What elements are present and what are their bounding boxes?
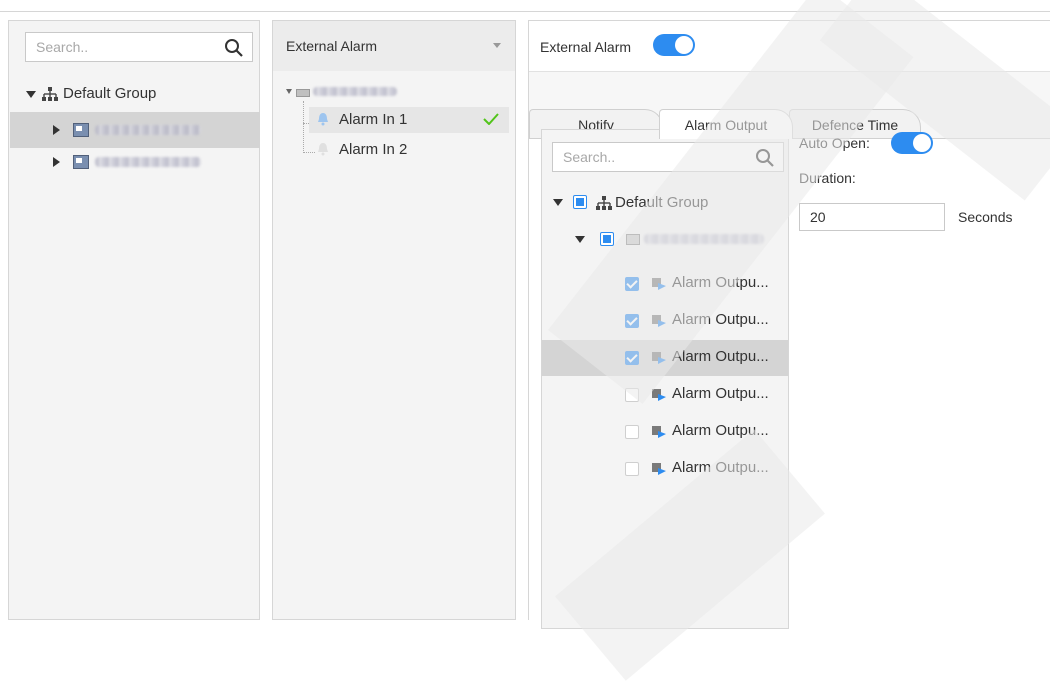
- check-mark-icon: [483, 113, 499, 125]
- alarm-output-checkbox[interactable]: [625, 277, 639, 291]
- device-name-redacted: [95, 157, 201, 167]
- alarm-output-row[interactable]: Alarm Outpu...: [542, 414, 788, 450]
- expand-caret-icon[interactable]: [553, 199, 563, 206]
- search-icon[interactable]: [755, 148, 775, 168]
- device-name-redacted: [313, 87, 397, 96]
- alarm-output-icon: [652, 463, 666, 475]
- alarm-output-icon: [652, 352, 666, 364]
- alarm-in-label: Alarm In 1: [339, 111, 408, 128]
- expand-caret-icon[interactable]: [575, 236, 585, 243]
- search-placeholder: Search..: [563, 149, 616, 165]
- alarm-output-row[interactable]: Alarm Outpu...: [542, 451, 788, 487]
- device-icon: [626, 234, 640, 245]
- dropdown-arrow-icon[interactable]: [493, 43, 501, 48]
- alarm-output-label: Alarm Outpu...: [672, 422, 769, 439]
- alarm-bell-icon: [318, 143, 328, 156]
- alarm-output-icon: [652, 315, 666, 327]
- alarm-output-checkbox[interactable]: [625, 314, 639, 328]
- alarm-output-icon: [652, 389, 666, 401]
- output-search-input[interactable]: Search..: [552, 142, 784, 172]
- duration-label: Duration:: [799, 170, 856, 186]
- alarm-output-row[interactable]: Alarm Outpu...: [542, 340, 788, 376]
- alarm-output-label: Alarm Outpu...: [672, 348, 769, 365]
- device-name-redacted: [95, 125, 201, 135]
- auto-open-label: Auto Open:: [799, 135, 870, 151]
- top-divider: [0, 11, 1050, 12]
- collapse-caret-icon[interactable]: [53, 157, 60, 167]
- alarm-output-row[interactable]: Alarm Outpu...: [542, 377, 788, 413]
- alarm-output-row[interactable]: Alarm Outpu...: [542, 266, 788, 302]
- dropdown-value: External Alarm: [286, 38, 378, 54]
- alarm-output-icon: [652, 426, 666, 438]
- config-header-label: External Alarm: [540, 39, 632, 55]
- alarm-input-panel: External Alarm Alarm In 1 Alarm In 2: [272, 20, 516, 620]
- alarm-config-panel: External Alarm Notify Alarm Output Defen…: [528, 20, 1050, 629]
- alarm-output-checkbox[interactable]: [625, 462, 639, 476]
- alarm-output-checkbox[interactable]: [625, 388, 639, 402]
- search-icon[interactable]: [224, 38, 244, 58]
- alarm-output-icon: [652, 278, 666, 290]
- alarm-bell-icon: [318, 113, 328, 126]
- device-name-redacted: [644, 234, 764, 244]
- alarm-output-checkbox[interactable]: [625, 351, 639, 365]
- alarm-output-label: Alarm Outpu...: [672, 274, 769, 291]
- alarm-output-label: Alarm Outpu...: [672, 459, 769, 476]
- expand-caret-icon[interactable]: [286, 89, 292, 94]
- output-tree-panel: Search.. Default Group Alarm Outpu... Ala…: [541, 129, 789, 629]
- alarm-output-checkbox[interactable]: [625, 425, 639, 439]
- device-icon: [73, 123, 89, 137]
- duration-unit: Seconds: [958, 209, 1013, 225]
- alarm-in-row[interactable]: Alarm In 2: [309, 137, 509, 163]
- config-header: External Alarm: [529, 21, 1050, 72]
- group-checkbox[interactable]: [573, 195, 587, 209]
- alarm-output-row[interactable]: Alarm Outpu...: [542, 303, 788, 339]
- tree-root-label[interactable]: Default Group: [63, 85, 156, 102]
- auto-open-toggle[interactable]: [891, 132, 933, 154]
- device-checkbox[interactable]: [600, 232, 614, 246]
- alarm-output-label: Alarm Outpu...: [672, 311, 769, 328]
- collapse-caret-icon[interactable]: [53, 125, 60, 135]
- expand-caret-icon[interactable]: [26, 91, 36, 98]
- output-tree-root-label[interactable]: Default Group: [615, 194, 708, 211]
- tree-guide-line: [303, 101, 304, 153]
- device-icon: [73, 155, 89, 169]
- alarm-in-row-selected[interactable]: Alarm In 1: [309, 107, 509, 133]
- tab-alarm-output[interactable]: Alarm Output: [659, 109, 793, 139]
- alarm-in-label: Alarm In 2: [339, 141, 408, 158]
- device-search-input[interactable]: Search..: [25, 32, 253, 62]
- device-icon: [296, 89, 310, 97]
- alarm-output-label: Alarm Outpu...: [672, 385, 769, 402]
- group-tree-icon: [42, 87, 58, 101]
- group-tree-icon: [596, 196, 612, 210]
- alarm-type-dropdown[interactable]: External Alarm: [273, 21, 515, 71]
- device-tree-panel: Search.. Default Group: [8, 20, 260, 620]
- search-placeholder: Search..: [36, 39, 89, 55]
- duration-input[interactable]: [799, 203, 945, 231]
- external-alarm-toggle[interactable]: [653, 34, 695, 56]
